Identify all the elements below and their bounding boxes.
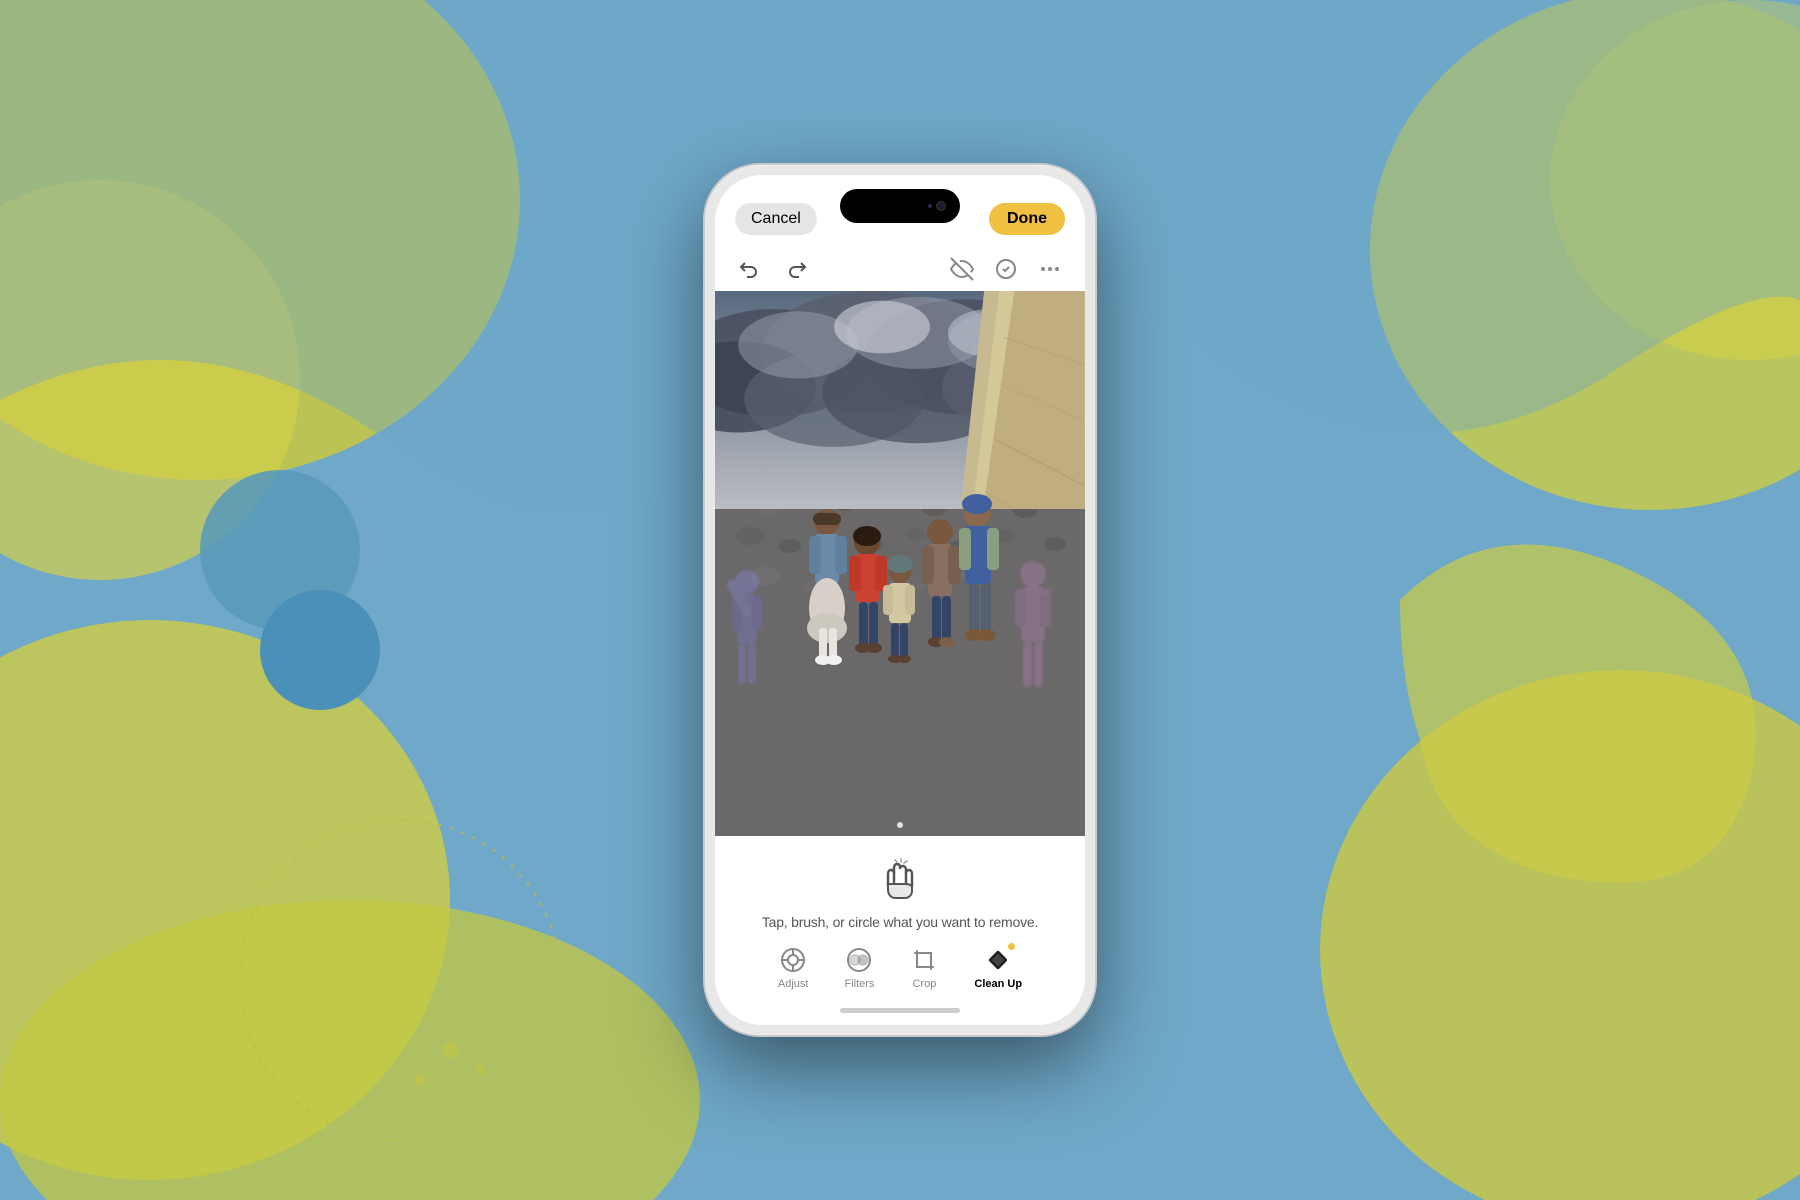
instruction-label: Tap, brush, or circle what you want to r… <box>762 914 1038 930</box>
dynamic-island <box>840 189 960 223</box>
crop-tool[interactable]: Crop <box>910 946 938 990</box>
redo-button[interactable] <box>781 254 811 284</box>
pagination-dot <box>897 822 903 828</box>
phone-body: Cancel Done <box>705 165 1095 1035</box>
filters-tool[interactable]: Filters <box>844 946 874 990</box>
cleanup-tool[interactable]: Clean Up <box>974 946 1022 990</box>
active-indicator-dot <box>1008 943 1015 950</box>
ghost-figure-right <box>1003 560 1063 700</box>
photo-display[interactable] <box>715 291 1085 836</box>
ghost-figure-left <box>722 570 772 700</box>
home-indicator[interactable] <box>840 1008 960 1013</box>
cleanup-label: Clean Up <box>974 978 1022 990</box>
undo-redo-group <box>735 254 811 284</box>
adjust-label: Adjust <box>778 978 809 990</box>
adjust-icon <box>779 946 807 974</box>
undo-button[interactable] <box>735 254 765 284</box>
photo-scene <box>715 291 1085 836</box>
visibility-toggle-button[interactable] <box>947 254 977 284</box>
more-options-button[interactable] <box>1035 254 1065 284</box>
adjust-tool[interactable]: Adjust <box>778 946 809 990</box>
crop-icon <box>910 946 938 974</box>
cleanup-gesture-icon <box>875 856 925 906</box>
editing-toolbar: Adjust Filters <box>715 946 1085 990</box>
crop-label: Crop <box>913 978 937 990</box>
island-camera <box>936 201 946 211</box>
phone-mockup: Cancel Done <box>705 165 1095 1035</box>
family-group <box>790 478 1010 738</box>
filters-icon <box>845 946 873 974</box>
done-button[interactable]: Done <box>989 203 1065 235</box>
cancel-button[interactable]: Cancel <box>735 203 817 235</box>
cleanup-icon <box>984 946 1012 974</box>
pen-tool-button[interactable] <box>991 254 1021 284</box>
bottom-panel: Tap, brush, or circle what you want to r… <box>715 836 1085 1025</box>
secondary-toolbar <box>715 247 1085 291</box>
edit-tools-group <box>947 254 1065 284</box>
island-dot <box>928 204 932 208</box>
filters-label: Filters <box>844 978 874 990</box>
phone-screen: Cancel Done <box>715 175 1085 1025</box>
